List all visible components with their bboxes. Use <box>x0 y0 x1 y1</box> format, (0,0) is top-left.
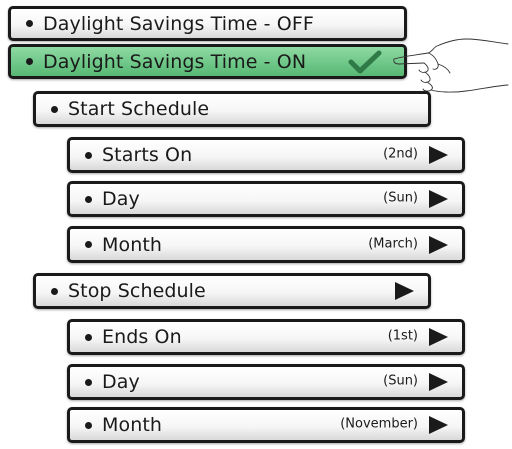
play-arrow-icon <box>429 416 448 434</box>
bullet-icon <box>26 58 33 65</box>
start-schedule-label: Start Schedule <box>68 98 210 120</box>
stop-schedule-option[interactable]: Stop Schedule <box>33 273 431 309</box>
checkmark-icon <box>348 50 382 73</box>
bullet-icon <box>85 195 92 203</box>
ends-on-value: (1st) <box>387 328 418 344</box>
ends-on-option[interactable]: Ends On (1st) <box>67 319 465 355</box>
stop-month-value: (November) <box>340 416 418 432</box>
start-month-option[interactable]: Month (March) <box>67 226 465 263</box>
start-month-value: (March) <box>368 235 418 251</box>
starts-on-label: Starts On <box>102 144 193 166</box>
bullet-icon <box>51 105 58 113</box>
play-arrow-icon <box>429 373 448 391</box>
stop-day-option[interactable]: Day (Sun) <box>67 364 465 400</box>
stop-month-option[interactable]: Month (November) <box>67 407 465 443</box>
bullet-icon <box>85 378 92 386</box>
stop-month-label: Month <box>102 414 163 436</box>
start-schedule-option[interactable]: Start Schedule <box>33 91 431 127</box>
dst-off-option[interactable]: Daylight Savings Time - OFF <box>8 6 407 41</box>
start-day-label: Day <box>102 188 140 210</box>
play-arrow-icon <box>429 190 448 208</box>
play-arrow-icon <box>429 235 448 254</box>
pointing-hand-icon <box>393 38 509 93</box>
bullet-icon <box>85 421 92 429</box>
bullet-icon <box>85 333 92 341</box>
stop-day-label: Day <box>102 371 140 393</box>
dst-off-label: Daylight Savings Time - OFF <box>43 12 314 35</box>
bullet-icon <box>85 241 92 248</box>
start-month-label: Month <box>102 233 163 256</box>
play-arrow-icon <box>429 146 448 164</box>
play-arrow-icon <box>429 328 448 346</box>
starts-on-option[interactable]: Starts On (2nd) <box>67 137 465 173</box>
play-arrow-icon <box>395 282 414 300</box>
start-day-option[interactable]: Day (Sun) <box>67 181 465 217</box>
bullet-icon <box>51 287 58 295</box>
ends-on-label: Ends On <box>102 326 182 348</box>
stop-day-value: (Sun) <box>383 373 418 389</box>
start-day-value: (Sun) <box>383 190 418 206</box>
stop-schedule-label: Stop Schedule <box>68 280 206 302</box>
bullet-icon <box>26 20 33 27</box>
starts-on-value: (2nd) <box>383 146 418 162</box>
bullet-icon <box>85 151 92 159</box>
dst-on-label: Daylight Savings Time - ON <box>43 50 307 73</box>
dst-on-option[interactable]: Daylight Savings Time - ON <box>8 44 407 79</box>
